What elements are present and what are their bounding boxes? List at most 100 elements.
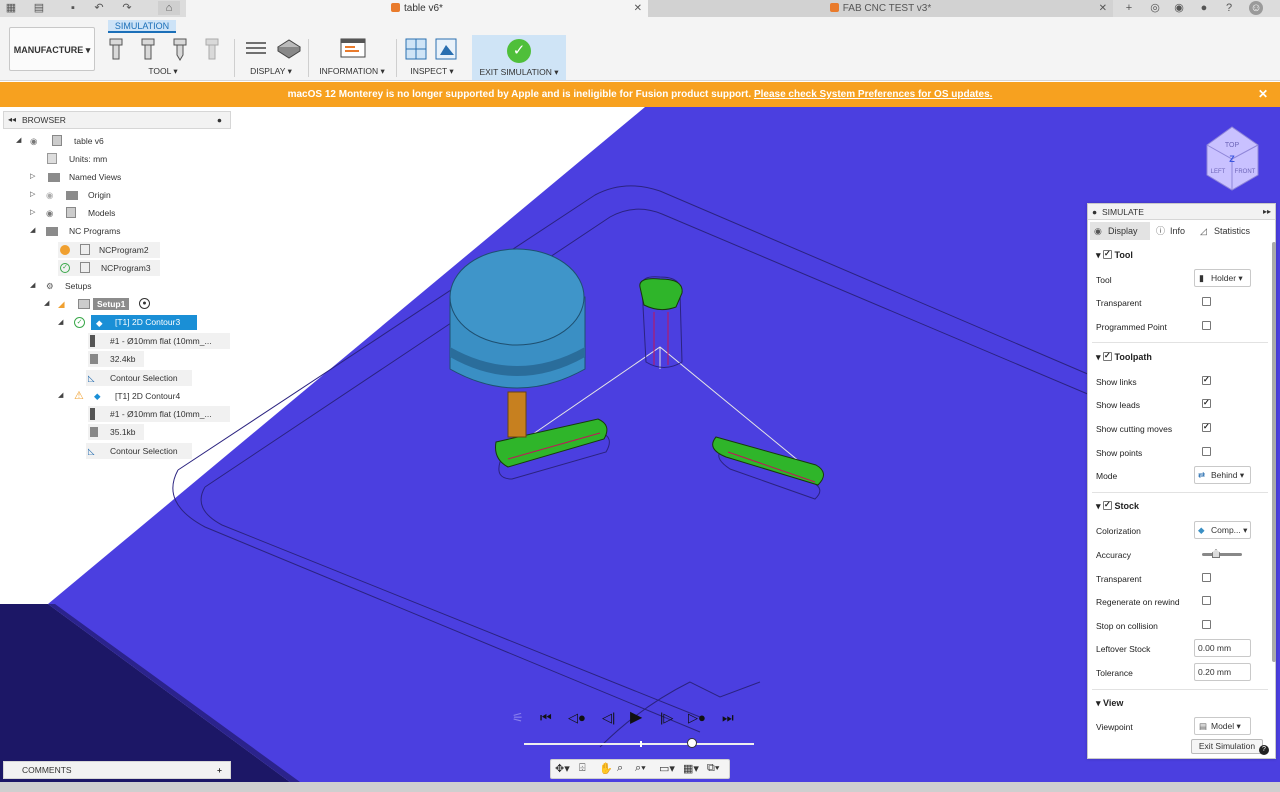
close-banner-icon[interactable]: ✕ — [1258, 82, 1268, 107]
next-operation-icon[interactable]: ▷● — [688, 710, 706, 726]
notifications-icon[interactable]: ● — [1197, 1, 1211, 15]
redo-icon[interactable]: ↷ — [120, 1, 134, 15]
comments-panel-header[interactable]: COMMENTS + — [3, 761, 231, 779]
tree-item-tool-2[interactable]: #1 - Ø10mm flat (10mm_... — [88, 406, 230, 422]
information-group[interactable]: INFORMATION ▾ — [314, 37, 390, 79]
tab-table-v6[interactable]: table v6* ✕ — [186, 0, 648, 17]
grid-icon[interactable]: ▦ — [4, 1, 18, 15]
simulate-panel-header[interactable]: ● SIMULATE ▸▸ — [1088, 204, 1275, 220]
tool-transparent-checkbox[interactable] — [1202, 297, 1211, 306]
look-at-icon[interactable]: ⌹ — [579, 762, 586, 775]
panel-scrollbar[interactable] — [1272, 242, 1276, 662]
collapse-browser-icon[interactable]: ◂◂ — [8, 112, 16, 128]
toolpath-mode-dropdown[interactable]: ⇄ Behind ▾ — [1194, 466, 1251, 484]
inspect-group[interactable]: INSPECT ▾ — [400, 37, 464, 79]
expand-icon[interactable]: ◢ — [58, 388, 63, 404]
expand-icon[interactable]: ◢ — [58, 315, 63, 331]
avatar[interactable]: ☺ — [1249, 1, 1263, 15]
tree-item-tool-1[interactable]: #1 - Ø10mm flat (10mm_... — [88, 333, 230, 349]
online-status-icon[interactable]: ◎ — [1148, 1, 1162, 15]
go-to-start-icon[interactable]: ⏮ — [540, 710, 552, 726]
help-icon[interactable]: ? — [1222, 1, 1236, 15]
exit-simulation-button[interactable]: ✓ EXIT SIMULATION ▾ — [472, 35, 566, 80]
eye-hidden-icon[interactable]: ◉ — [46, 187, 53, 203]
zoom-icon[interactable]: ⌕ — [617, 762, 623, 775]
go-to-end-icon[interactable]: ⏭ — [722, 710, 734, 726]
tree-item-contour-selection-1[interactable]: ◺ Contour Selection — [86, 370, 192, 386]
exit-simulation-panel-button[interactable]: Exit Simulation — [1191, 739, 1263, 754]
tab-statistics[interactable]: ◿ Statistics — [1196, 222, 1268, 240]
active-setup-icon[interactable]: ● — [139, 298, 150, 309]
tab-display[interactable]: ◉ Display — [1090, 222, 1150, 240]
orbit-icon[interactable]: ✥▾ — [555, 762, 570, 775]
toolpath-section-checkbox[interactable] — [1103, 351, 1113, 361]
expand-panel-icon[interactable]: ▸▸ — [1263, 204, 1271, 220]
tree-item-ncprogram2[interactable]: NCProgram2 — [58, 242, 160, 258]
expand-icon[interactable]: ▷ — [30, 187, 35, 203]
expand-icon[interactable]: ◢ — [30, 278, 35, 294]
show-points-checkbox[interactable] — [1202, 447, 1211, 456]
panel-collapse-icon[interactable]: ● — [1092, 204, 1097, 220]
job-status-icon[interactable]: ◉ — [1172, 1, 1186, 15]
expand-icon[interactable]: ◢ — [30, 223, 35, 239]
colorization-dropdown[interactable]: ◆ Comp... ▾ — [1194, 521, 1251, 539]
step-back-icon[interactable]: ◁| — [602, 710, 615, 726]
stock-section[interactable]: ▾ Stock — [1096, 500, 1139, 512]
browser-options-icon[interactable]: ● — [217, 112, 222, 128]
tree-item-ncprogram3[interactable]: ✓ NCProgram3 — [58, 260, 160, 276]
tool-display-dropdown[interactable]: ▮ Holder ▾ — [1194, 269, 1251, 287]
display-group[interactable]: DISPLAY ▾ — [240, 37, 302, 79]
previous-operation-icon[interactable]: ◁● — [568, 710, 586, 726]
close-tab-icon[interactable]: ✕ — [1099, 0, 1107, 17]
simulation-context-tab[interactable]: SIMULATION — [108, 20, 176, 33]
grid-settings-icon[interactable]: ▦▾ — [683, 762, 699, 775]
save-icon[interactable]: ▪ — [66, 1, 80, 15]
os-updates-link[interactable]: Please check System Preferences for OS u… — [754, 89, 992, 100]
tool-section[interactable]: ▾ Tool — [1096, 249, 1133, 261]
pan-icon[interactable]: ✋ — [599, 762, 613, 775]
panel-help-icon[interactable]: ? — [1259, 745, 1269, 755]
expand-icon[interactable]: ◢ — [16, 133, 21, 149]
regenerate-on-rewind-checkbox[interactable] — [1202, 596, 1211, 605]
browser-panel-header[interactable]: ◂◂ BROWSER ● — [3, 111, 231, 129]
eye-icon[interactable]: ◉ — [30, 133, 37, 149]
eye-icon[interactable]: ◉ — [46, 205, 53, 221]
tree-item-size-1[interactable]: 32.4kb — [88, 351, 144, 367]
workspace-switcher[interactable]: MANUFACTURE ▾ — [9, 27, 95, 71]
undo-icon[interactable]: ↶ — [92, 1, 106, 15]
close-tab-icon[interactable]: ✕ — [634, 0, 642, 17]
new-tab-icon[interactable]: + — [1122, 1, 1136, 15]
tool-section-checkbox[interactable] — [1103, 249, 1113, 259]
file-icon[interactable]: ▤ — [32, 1, 46, 15]
step-forward-icon[interactable]: |▷ — [660, 710, 673, 726]
display-settings-icon[interactable]: ▭▾ — [659, 762, 675, 775]
add-comment-icon[interactable]: + — [217, 762, 222, 778]
viewports-icon[interactable]: ⧉▾ — [707, 762, 719, 775]
stop-on-collision-checkbox[interactable] — [1202, 620, 1211, 629]
stock-transparent-checkbox[interactable] — [1202, 573, 1211, 582]
show-cutting-moves-checkbox[interactable] — [1202, 422, 1211, 432]
tolerance-input[interactable]: 0.20 mm — [1194, 663, 1251, 681]
home-icon[interactable]: ⌂ — [158, 1, 180, 15]
programmed-point-checkbox[interactable] — [1202, 321, 1211, 330]
tab-fab-cnc-test[interactable]: FAB CNC TEST v3* ✕ — [648, 0, 1113, 17]
playback-settings-icon[interactable]: ⚟ — [512, 710, 524, 726]
accuracy-slider[interactable] — [1202, 549, 1242, 558]
viewpoint-dropdown[interactable]: ▤ Model ▾ — [1194, 717, 1251, 735]
fit-icon[interactable]: ⌕▾ — [635, 762, 646, 775]
tree-item-contour-selection-2[interactable]: ◺ Contour Selection — [86, 443, 192, 459]
accuracy-slider-thumb[interactable] — [1212, 549, 1220, 558]
expand-icon[interactable]: ▷ — [30, 205, 35, 221]
playback-timeline[interactable] — [524, 738, 754, 748]
show-leads-checkbox[interactable] — [1202, 398, 1211, 408]
expand-icon[interactable]: ◢ — [44, 296, 49, 312]
timeline-scrubber[interactable] — [686, 738, 697, 748]
tool-group[interactable]: TOOL ▾ — [104, 37, 232, 79]
play-icon[interactable]: ▶ — [630, 707, 642, 727]
toolpath-section[interactable]: ▾ Toolpath — [1096, 351, 1152, 363]
leftover-stock-input[interactable]: 0.00 mm — [1194, 639, 1251, 657]
stock-section-checkbox[interactable] — [1103, 500, 1113, 510]
show-links-checkbox[interactable] — [1202, 375, 1211, 385]
expand-icon[interactable]: ▷ — [30, 169, 35, 185]
tab-info[interactable]: ⓘ Info — [1152, 222, 1196, 240]
